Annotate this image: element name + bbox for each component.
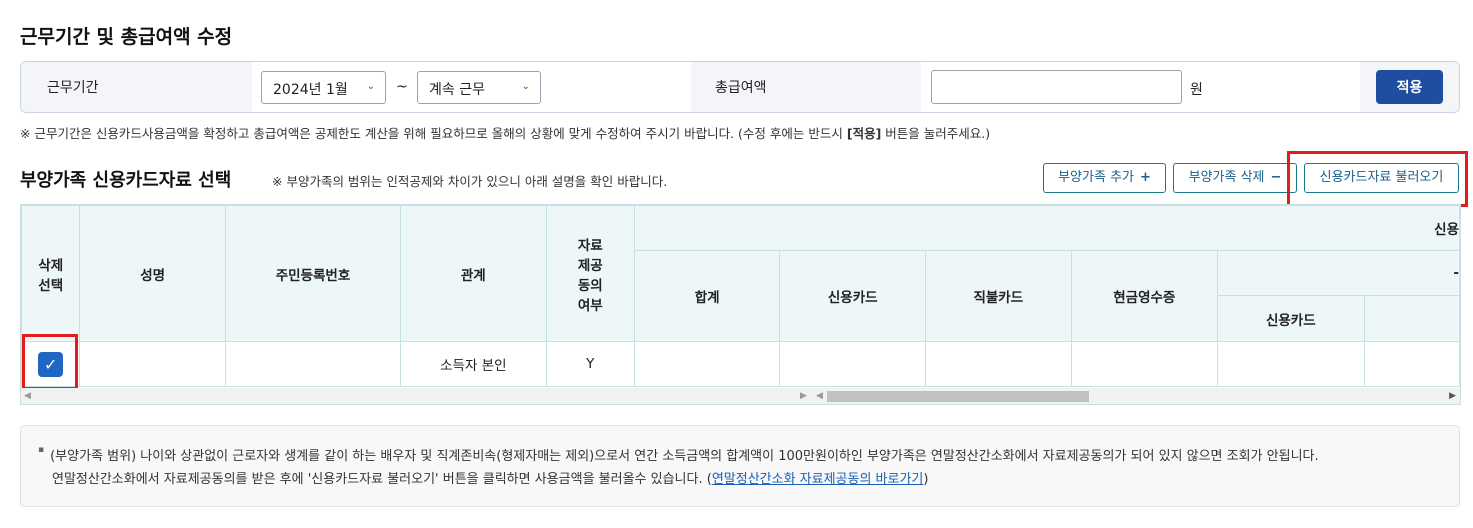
salary-label: 총급여액: [715, 80, 767, 96]
header-total: 합계: [633, 250, 781, 342]
end-period-value: 계속 근무: [429, 82, 485, 98]
info-line-2-text: 연말정산간소화에서 자료제공동의를 받은 후에 '신용카드자료 불러오기' 버튼…: [52, 472, 712, 487]
start-month-select[interactable]: 2024년 1월 ⌄: [261, 71, 386, 104]
salary-label-cell: 총급여액: [691, 62, 921, 112]
table-row: ✓ 소득자 본인 Y: [21, 341, 1460, 387]
header-group-credit: 신용: [633, 205, 1460, 251]
info-line-2: 연말정산간소화에서 자료제공동의를 받은 후에 '신용카드자료 불러오기' 버튼…: [52, 468, 928, 487]
delete-dependent-button[interactable]: 부양가족 삭제 −: [1173, 163, 1297, 193]
chevron-down-icon: ⌄: [366, 81, 375, 92]
period-label: 근무기간: [47, 80, 99, 96]
dependents-grid: 삭제 선택 성명 주민등록번호 관계 자료 제공 동의 여부 신용 합계 신용카…: [20, 204, 1461, 405]
currency-unit: 원: [1190, 82, 1203, 98]
header-delete-select: 삭제 선택: [21, 205, 81, 342]
period-note-bold: [적용]: [846, 126, 882, 141]
add-dependent-button[interactable]: 부양가족 추가 +: [1043, 163, 1166, 193]
cell-sub-credit-card: [1217, 341, 1365, 387]
cell-relation: 소득자 본인: [400, 341, 547, 387]
horizontal-scrollbar[interactable]: ◀ ▶ ◀ ▶: [21, 388, 1460, 404]
header-sub-next: [1363, 295, 1460, 342]
header-consent: 자료 제공 동의 여부: [545, 205, 635, 342]
scrollbar-thumb[interactable]: [827, 391, 1089, 402]
section-title: 근무기간 및 총급여액 수정: [20, 26, 233, 48]
header-name: 성명: [79, 205, 226, 342]
period-label-cell: 근무기간: [21, 62, 252, 112]
header-credit-card: 신용카드: [779, 250, 927, 342]
cell-consent: Y: [545, 341, 635, 387]
plus-icon: +: [1140, 170, 1151, 185]
highlight-box-checkbox: [22, 334, 78, 390]
scroll-left-icon[interactable]: ◀: [24, 391, 31, 401]
apply-button-cell: 적용: [1360, 62, 1459, 112]
period-note-tail: 버튼을 눌러주세요.): [881, 126, 991, 141]
header-rrn: 주민등록번호: [224, 205, 402, 342]
dependents-title: 부양가족 신용카드자료 선택: [20, 170, 232, 191]
start-month-value: 2024년 1월: [273, 82, 348, 98]
add-dependent-label: 부양가족 추가: [1058, 170, 1134, 185]
period-separator: ~: [396, 79, 408, 95]
cell-debit-card: [925, 341, 1072, 387]
cell-rrn: [224, 341, 402, 387]
header-debit-card: 직불카드: [925, 250, 1072, 342]
header-sub-credit-card: 신용카드: [1217, 295, 1365, 342]
header-relation: 관계: [400, 205, 547, 342]
info-line-1-text: (부양가족 범위) 나이와 상관없이 근로자와 생계를 같이 하는 배우자 및 …: [50, 449, 1319, 464]
period-note: ※ 근무기간은 신용카드사용금액을 확정하고 총급여액은 공제한도 계산을 위해…: [20, 123, 990, 142]
period-panel: 근무기간 2024년 1월 ⌄ ~ 계속 근무 ⌄ 총급여액 원 적용: [20, 61, 1460, 113]
dependents-note: ※ 부양가족의 범위는 인적공제와 차이가 있으니 아래 설명을 확인 바랍니다…: [272, 174, 668, 189]
apply-button[interactable]: 적용: [1376, 70, 1443, 104]
dependents-table: 삭제 선택 성명 주민등록번호 관계 자료 제공 동의 여부 신용 합계 신용카…: [21, 205, 1460, 387]
highlight-box-load-button: [1287, 151, 1468, 207]
cell-cash-receipt: [1070, 341, 1219, 387]
scroll-right-small-icon[interactable]: ▶: [800, 391, 807, 401]
minus-icon: −: [1270, 170, 1282, 185]
salary-input[interactable]: [931, 70, 1182, 104]
info-line-1: ▪ (부양가족 범위) 나이와 상관없이 근로자와 생계를 같이 하는 배우자 및…: [38, 445, 1319, 464]
end-period-select[interactable]: 계속 근무 ⌄: [417, 71, 541, 104]
chevron-down-icon: ⌄: [521, 81, 530, 92]
cell-credit-card: [779, 341, 927, 387]
period-note-text: ※ 근무기간은 신용카드사용금액을 확정하고 총급여액은 공제한도 계산을 위해…: [20, 126, 847, 141]
scroll-right-icon[interactable]: ▶: [1449, 391, 1456, 401]
scroll-left-small-icon[interactable]: ◀: [816, 391, 823, 401]
cell-name: [79, 341, 226, 387]
info-line-2-tail: ): [923, 472, 929, 487]
info-box: ▪ (부양가족 범위) 나이와 상관없이 근로자와 생계를 같이 하는 배우자 및…: [20, 425, 1460, 507]
bullet-icon: ▪: [38, 445, 45, 455]
header-group-sub: -: [1217, 250, 1460, 296]
cell-sub-next: [1363, 341, 1460, 387]
consent-shortcut-link[interactable]: 연말정산간소화 자료제공동의 바로가기: [712, 472, 924, 487]
delete-dependent-label: 부양가족 삭제: [1188, 170, 1265, 185]
header-cash-receipt: 현금영수증: [1070, 250, 1219, 342]
cell-total: [633, 341, 781, 387]
